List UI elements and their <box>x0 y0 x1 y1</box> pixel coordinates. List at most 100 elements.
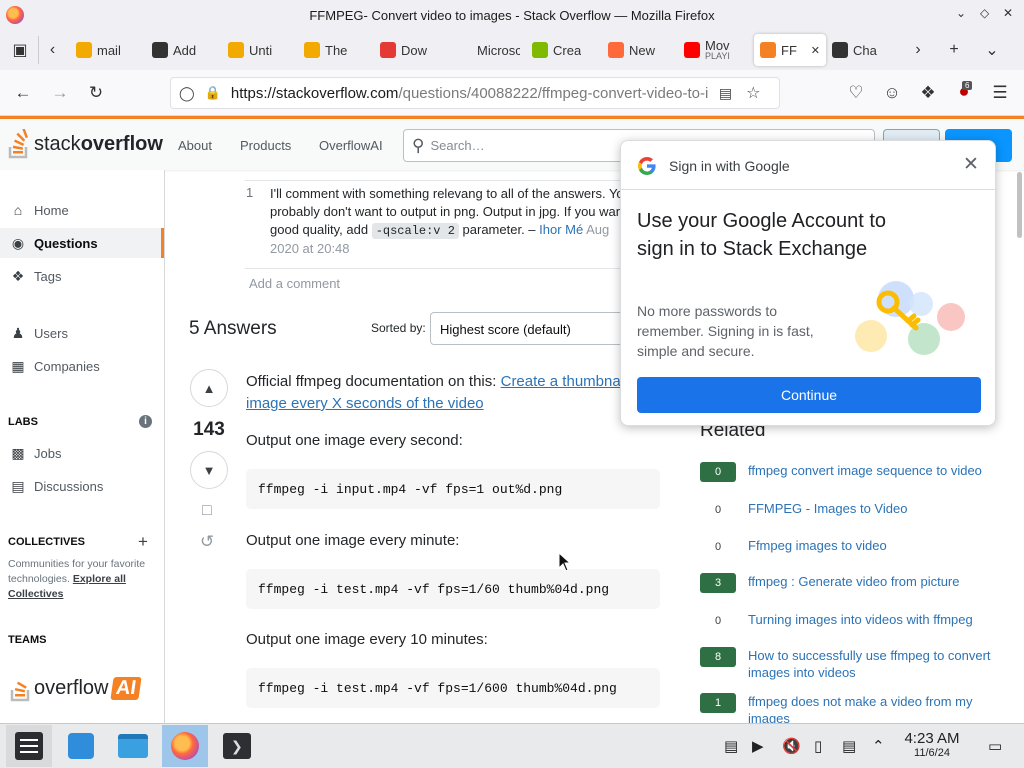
new-tab-icon[interactable]: + <box>940 36 968 64</box>
lock-icon[interactable]: 🔒 <box>205 85 221 101</box>
app-menu-icon[interactable]: ☰ <box>987 80 1013 106</box>
page-scrollbar[interactable] <box>1017 172 1022 238</box>
sort-select[interactable]: Highest score (default) <box>430 312 640 345</box>
bookmark-icon[interactable]: □ <box>202 502 212 520</box>
app-launcher-icon[interactable] <box>6 725 52 767</box>
related-item[interactable]: 0 Turning images into videos with ffmpeg <box>700 611 998 631</box>
info-icon[interactable]: i <box>139 415 152 428</box>
docs-link[interactable]: Create a thumbna <box>501 373 621 390</box>
related-score-badge: 0 <box>700 462 736 482</box>
network-icon[interactable]: ▤ <box>842 737 856 755</box>
volume-muted-icon[interactable]: 🔇 <box>782 737 801 755</box>
software-store-icon[interactable] <box>58 725 104 767</box>
nav-products[interactable]: Products <box>240 138 291 153</box>
browser-tab[interactable]: Microsc <box>450 34 526 66</box>
browser-tab[interactable]: Mov PLAYI <box>678 34 754 66</box>
clipboard-icon[interactable]: ▤ <box>724 737 738 755</box>
users-icon: ♟ <box>11 324 25 341</box>
google-g-icon <box>637 156 657 176</box>
related-question-link[interactable]: ffmpeg : Generate video from picture <box>748 573 998 590</box>
browser-tab[interactable]: New <box>602 34 678 66</box>
stackoverflow-icon <box>760 42 776 58</box>
related-item[interactable]: 0 FFMPEG - Images to Video <box>700 500 998 520</box>
show-desktop-icon[interactable]: ▭ <box>988 737 1002 755</box>
sidebar-item-home[interactable]: ⌂ Home <box>0 195 164 225</box>
sidebar-item-questions[interactable]: ◉ Questions <box>0 228 164 258</box>
browser-tab[interactable]: Add <box>146 34 222 66</box>
code-block: ffmpeg -i input.mp4 -vf fps=1 out%d.png <box>246 469 660 509</box>
terminal-icon[interactable]: ❯ <box>214 725 260 767</box>
minimize-icon[interactable]: ⌄ <box>956 6 966 20</box>
building-icon: ▦ <box>11 357 25 374</box>
comment-line: probably don't want to output in png. Ou… <box>270 204 621 219</box>
mail-icon <box>76 42 92 58</box>
extensions-icon[interactable]: ❖ <box>915 80 941 106</box>
browser-tab[interactable]: Dow <box>374 34 450 66</box>
scroll-tabs-left-icon[interactable]: ‹ <box>38 36 66 64</box>
history-icon[interactable]: ↺ <box>200 532 214 552</box>
so-logo[interactable]: stack overflow <box>8 129 163 159</box>
maximize-icon[interactable]: ◇ <box>980 6 989 20</box>
firefox-taskbar-icon[interactable] <box>162 725 208 767</box>
related-question-link[interactable]: How to successfully use ffmpeg to conver… <box>748 647 998 681</box>
overflow-ai-logo[interactable]: overflow AI <box>10 674 143 702</box>
related-question-link[interactable]: FFMPEG - Images to Video <box>748 500 998 517</box>
docs-link-cont[interactable]: image every X seconds of the video <box>246 395 484 412</box>
media-play-icon[interactable]: ▶ <box>752 737 764 755</box>
related-question-link[interactable]: Ffmpeg images to video <box>748 537 998 554</box>
firefox-icon <box>608 42 624 58</box>
browser-tab[interactable]: Unti <box>222 34 298 66</box>
add-comment-link[interactable]: Add a comment <box>249 276 340 291</box>
close-window-icon[interactable]: ✕ <box>1003 6 1013 20</box>
reader-view-icon[interactable]: ▤ <box>719 85 732 102</box>
downvote-button[interactable]: ▼ <box>190 451 228 489</box>
url-bar[interactable]: ◯ 🔒 https://stackoverflow.com/questions/… <box>170 77 780 109</box>
sidebar-item-jobs[interactable]: ▩ Jobs <box>0 438 164 468</box>
related-item[interactable]: 8 How to successfully use ffmpeg to conve… <box>700 647 998 681</box>
related-question-link[interactable]: ffmpeg does not make a video from my ima… <box>748 693 998 725</box>
comment-author-link[interactable]: Ihor Mé <box>539 222 583 237</box>
sidebar-item-tags[interactable]: ❖ Tags <box>0 261 164 291</box>
back-icon[interactable]: ← <box>10 80 36 106</box>
sidebar-item-label: Users <box>34 325 68 341</box>
tab-overview-icon[interactable]: ▣ <box>6 36 34 64</box>
continue-button[interactable]: Continue <box>637 377 981 413</box>
clock[interactable]: 4:23 AM 11/6/24 <box>897 730 967 759</box>
sort-selected-value: Highest score (default) <box>440 322 571 337</box>
close-popup-icon[interactable]: ✕ <box>963 153 979 176</box>
tray-expand-icon[interactable]: ⌃ <box>872 737 885 755</box>
related-question-link[interactable]: ffmpeg convert image sequence to video <box>748 462 998 479</box>
scroll-tabs-right-icon[interactable]: › <box>904 36 932 64</box>
forward-icon[interactable]: → <box>47 80 73 106</box>
so-logo-overflow: overflow <box>80 132 163 155</box>
add-collective-icon[interactable]: + <box>138 532 148 552</box>
search-placeholder: Search… <box>430 138 485 153</box>
tracking-protection-icon[interactable]: ◯ <box>179 85 195 102</box>
related-item[interactable]: 0 Ffmpeg images to video <box>700 537 998 557</box>
related-item[interactable]: 0 ffmpeg convert image sequence to video <box>700 462 998 482</box>
sidebar-item-discussions[interactable]: ▤ Discussions <box>0 471 164 501</box>
puzzle-icon <box>152 42 168 58</box>
browser-tab[interactable]: Cha <box>826 34 902 66</box>
file-manager-icon[interactable] <box>110 725 156 767</box>
close-tab-icon[interactable]: ✕ <box>811 44 820 57</box>
related-item[interactable]: 1 ffmpeg does not make a video from my im… <box>700 693 998 725</box>
sidebar-item-users[interactable]: ♟ Users <box>0 318 164 348</box>
list-all-tabs-icon[interactable]: ⌄ <box>978 36 1006 64</box>
reload-icon[interactable]: ↻ <box>83 80 109 106</box>
browser-tab[interactable]: Crea <box>526 34 602 66</box>
battery-icon[interactable]: ▯ <box>814 737 822 755</box>
browser-tab[interactable]: FF ✕ <box>754 34 826 66</box>
nav-about[interactable]: About <box>178 138 212 153</box>
nav-overflowai[interactable]: OverflowAI <box>319 138 383 153</box>
caret-down-icon: ▼ <box>202 462 216 478</box>
pocket-icon[interactable]: ♡ <box>843 80 869 106</box>
sidebar-item-companies[interactable]: ▦ Companies <box>0 351 164 381</box>
bookmark-star-icon[interactable]: ☆ <box>746 83 760 103</box>
related-item[interactable]: 3 ffmpeg : Generate video from picture <box>700 573 998 593</box>
upvote-button[interactable]: ▲ <box>190 369 228 407</box>
related-question-link[interactable]: Turning images into videos with ffmpeg <box>748 611 998 628</box>
browser-tab[interactable]: The <box>298 34 374 66</box>
account-icon[interactable]: ☺ <box>879 80 905 106</box>
browser-tab[interactable]: mail <box>70 34 146 66</box>
